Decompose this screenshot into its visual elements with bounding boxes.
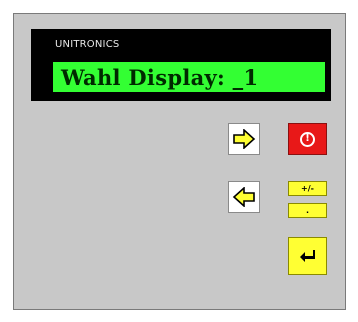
function-key-7[interactable] xyxy=(40,237,86,275)
lcd-screen: Wahl Display: _1 xyxy=(53,62,325,92)
function-key-3[interactable] xyxy=(162,121,208,159)
function-key-8[interactable] xyxy=(101,237,147,275)
exclamation-icon: ! xyxy=(300,131,315,147)
left-arrow-key[interactable] xyxy=(228,181,260,213)
right-arrow-key[interactable] xyxy=(228,123,260,155)
arrow-right-icon xyxy=(233,129,256,149)
lcd-text: Wahl Display: _1 xyxy=(61,64,259,90)
brand-label: UNITRONICS xyxy=(55,39,120,50)
enter-icon xyxy=(299,250,315,262)
dot-key[interactable]: . xyxy=(288,203,327,218)
function-key-9[interactable] xyxy=(162,237,208,275)
plus-minus-key[interactable]: +/- xyxy=(288,181,327,196)
function-key-5[interactable] xyxy=(101,179,147,217)
arrow-left-icon xyxy=(232,187,255,207)
escape-key[interactable]: ! xyxy=(288,123,327,155)
function-key-1[interactable] xyxy=(40,121,86,159)
display-header: UNITRONICS Wahl Display: _1 xyxy=(31,29,331,101)
enter-key[interactable] xyxy=(288,237,327,275)
function-key-2[interactable] xyxy=(101,121,147,159)
function-key-10[interactable] xyxy=(224,237,270,275)
function-key-6[interactable] xyxy=(162,179,208,217)
function-key-4[interactable] xyxy=(40,179,86,217)
